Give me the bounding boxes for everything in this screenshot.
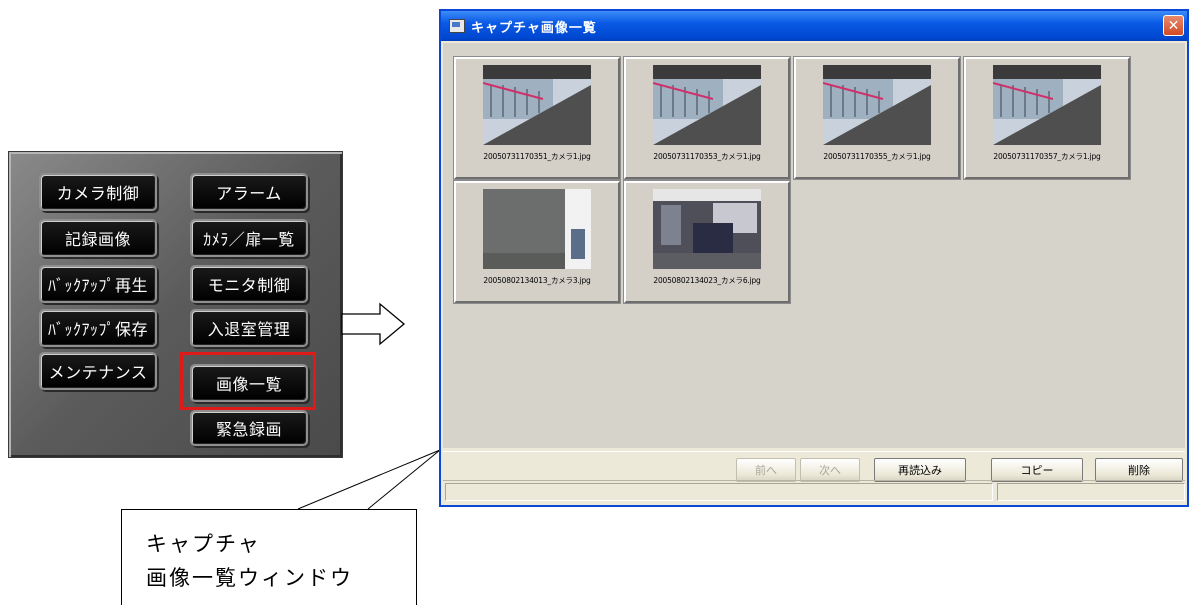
thumbnail-filename: 20050731170357_カメラ1.jpg bbox=[993, 152, 1101, 161]
camera-door-list-button[interactable]: ｶﾒﾗ／扉一覧 bbox=[190, 219, 308, 257]
button-bar: 前へ 次へ 再読込み コピー 削除 bbox=[443, 451, 1185, 482]
status-bar bbox=[443, 480, 1185, 503]
backup-save-label: ﾊﾞｯｸｱｯﾌﾟ保存 bbox=[47, 320, 148, 339]
maintenance-button[interactable]: メンテナンス bbox=[39, 352, 157, 390]
access-management-label: 入退室管理 bbox=[207, 320, 291, 339]
camera-control-label: カメラ制御 bbox=[56, 184, 140, 203]
thumbnail-image bbox=[823, 65, 931, 145]
thumbnail-filename: 20050731170355_カメラ1.jpg bbox=[823, 152, 931, 161]
camera-door-list-label: ｶﾒﾗ／扉一覧 bbox=[203, 230, 295, 249]
right-arrow-icon bbox=[341, 302, 406, 346]
thumbnail-image bbox=[483, 189, 591, 269]
delete-button[interactable]: 削除 bbox=[1095, 458, 1183, 482]
alarm-button[interactable]: アラーム bbox=[190, 173, 308, 211]
callout-box: キャプチャ 画像一覧ウィンドウ bbox=[121, 509, 417, 605]
image-list-highlight bbox=[180, 352, 316, 410]
prev-button[interactable]: 前へ bbox=[736, 458, 796, 482]
callout-line2: 画像一覧ウィンドウ bbox=[146, 566, 353, 590]
thumbnail-image bbox=[653, 189, 761, 269]
thumbnail-item[interactable]: 20050731170353_カメラ1.jpg bbox=[623, 56, 791, 180]
thumbnail-filename: 20050802134013_カメラ3.jpg bbox=[483, 276, 591, 285]
thumbnail-grid: 20050731170351_カメラ1.jpg 20050731170353_カ… bbox=[443, 43, 1185, 448]
reload-button[interactable]: 再読込み bbox=[874, 458, 966, 482]
recorded-image-label: 記録画像 bbox=[64, 230, 131, 249]
thumbnail-item[interactable]: 20050731170357_カメラ1.jpg bbox=[963, 56, 1131, 180]
backup-playback-button[interactable]: ﾊﾞｯｸｱｯﾌﾟ再生 bbox=[39, 265, 157, 303]
thumbnail-item[interactable]: 20050802134013_カメラ3.jpg bbox=[453, 180, 621, 304]
close-icon: ✕ bbox=[1167, 17, 1180, 34]
status-pane-right bbox=[997, 483, 1185, 501]
app-icon bbox=[449, 19, 465, 33]
thumbnail-item[interactable]: 20050802134023_カメラ6.jpg bbox=[623, 180, 791, 304]
thumbnail-image bbox=[653, 65, 761, 145]
emergency-record-label: 緊急録画 bbox=[215, 420, 282, 439]
window-title: キャプチャ画像一覧 bbox=[471, 20, 597, 36]
close-button[interactable]: ✕ bbox=[1163, 15, 1184, 36]
backup-save-button[interactable]: ﾊﾞｯｸｱｯﾌﾟ保存 bbox=[39, 309, 157, 347]
callout-line1: キャプチャ bbox=[146, 532, 261, 556]
maintenance-label: メンテナンス bbox=[48, 363, 148, 382]
thumbnail-filename: 20050802134023_カメラ6.jpg bbox=[653, 276, 761, 285]
status-pane-main bbox=[445, 483, 993, 501]
camera-control-button[interactable]: カメラ制御 bbox=[39, 173, 157, 211]
next-button[interactable]: 次へ bbox=[800, 458, 860, 482]
control-panel: カメラ制御 アラーム 記録画像 ｶﾒﾗ／扉一覧 ﾊﾞｯｸｱｯﾌﾟ再生 モニタ制御… bbox=[8, 151, 343, 458]
thumbnail-filename: 20050731170353_カメラ1.jpg bbox=[653, 152, 761, 161]
thumbnail-image bbox=[993, 65, 1101, 145]
capture-image-list-window: キャプチャ画像一覧 ✕ 20050731170351_カメラ1.jpg 2005… bbox=[439, 9, 1189, 507]
thumbnail-item[interactable]: 20050731170355_カメラ1.jpg bbox=[793, 56, 961, 180]
monitor-control-label: モニタ制御 bbox=[207, 276, 291, 295]
copy-button[interactable]: コピー bbox=[991, 458, 1083, 482]
recorded-image-button[interactable]: 記録画像 bbox=[39, 219, 157, 257]
monitor-control-button[interactable]: モニタ制御 bbox=[190, 265, 308, 303]
backup-playback-label: ﾊﾞｯｸｱｯﾌﾟ再生 bbox=[47, 276, 148, 295]
access-management-button[interactable]: 入退室管理 bbox=[190, 309, 308, 347]
title-bar[interactable]: キャプチャ画像一覧 ✕ bbox=[441, 11, 1187, 41]
emergency-record-button[interactable]: 緊急録画 bbox=[190, 410, 308, 446]
thumbnail-image bbox=[483, 65, 591, 145]
alarm-label: アラーム bbox=[216, 184, 282, 203]
thumbnail-item[interactable]: 20050731170351_カメラ1.jpg bbox=[453, 56, 621, 180]
thumbnail-filename: 20050731170351_カメラ1.jpg bbox=[483, 152, 591, 161]
